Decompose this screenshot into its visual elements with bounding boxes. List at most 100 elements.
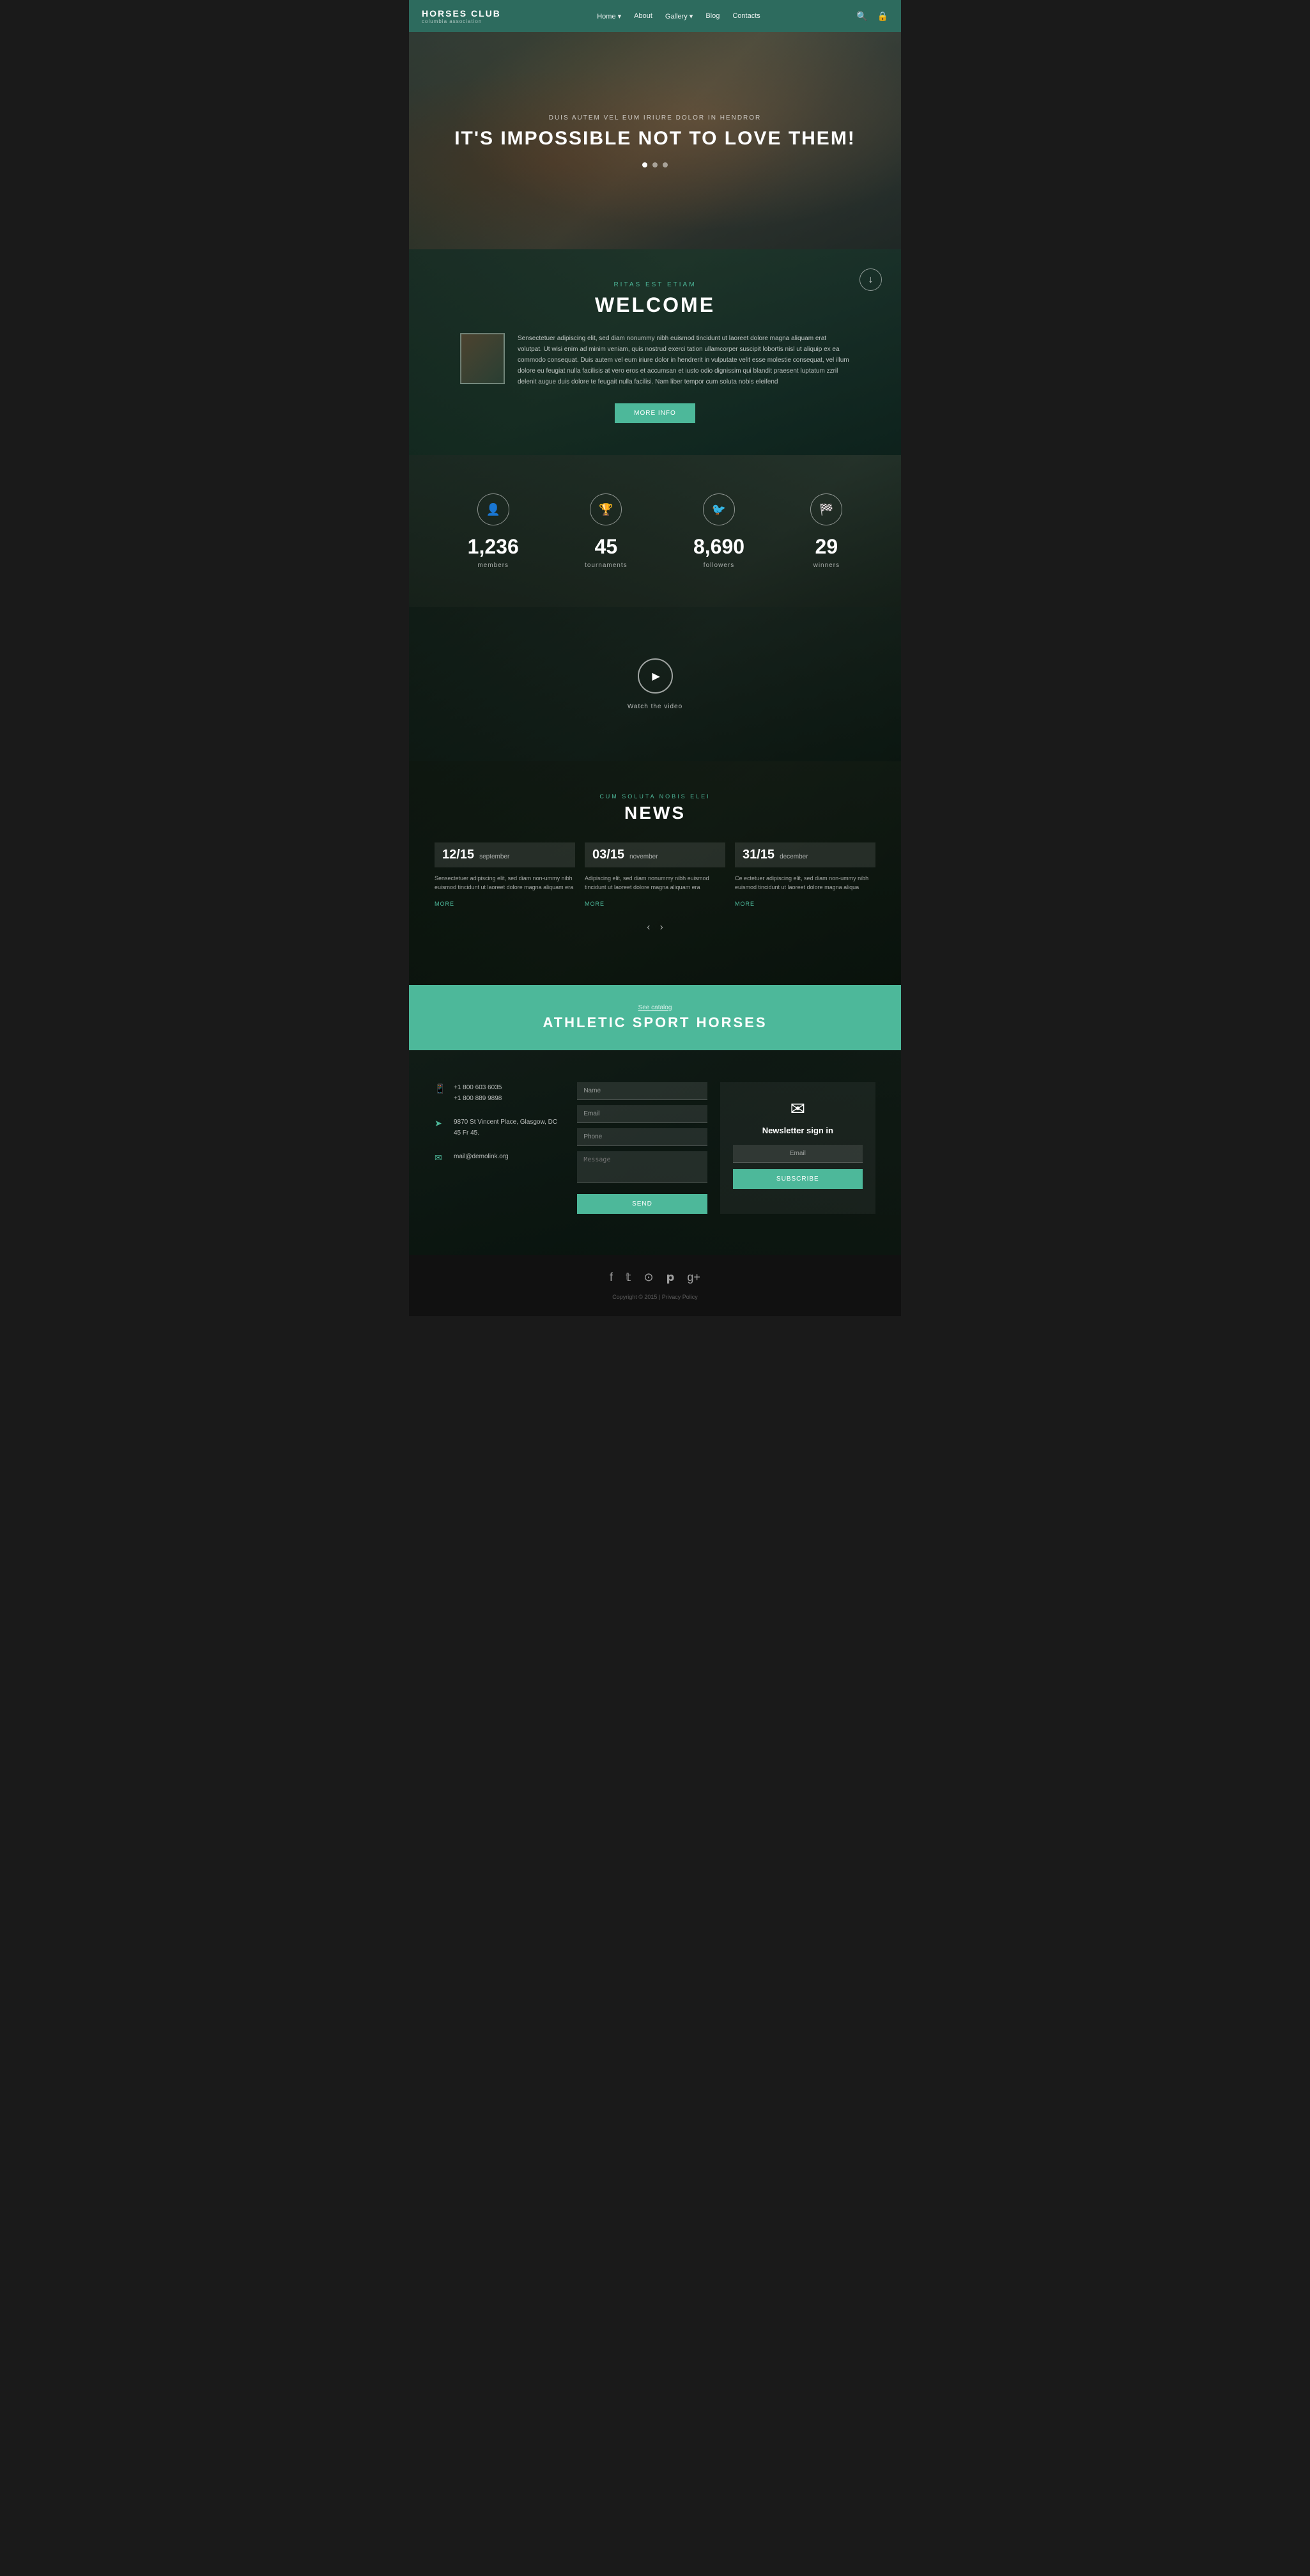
nav-about[interactable]: About (634, 12, 652, 20)
nav-blog[interactable]: Blog (705, 12, 720, 20)
newsletter-email-input[interactable] (733, 1145, 863, 1163)
news-date-3: 31/15 december (735, 842, 875, 867)
nav-gallery[interactable]: Gallery ▾ (665, 12, 693, 20)
more-info-button[interactable]: More info (615, 403, 695, 423)
pinterest-icon[interactable]: 𝗽 (667, 1271, 675, 1284)
contact-email-item: ✉ mail@demolink.org (435, 1151, 564, 1163)
hero-dots (642, 162, 668, 167)
welcome-title: WELCOME (460, 293, 850, 317)
followers-count: 8,690 (693, 535, 744, 559)
stat-members: 👤 1,236 members (468, 493, 519, 569)
news-date-month-2: november (629, 853, 658, 860)
nav-menu: Home ▾ About Gallery ▾ Blog Contacts (597, 12, 760, 20)
news-grid: 12/15 september Sensectetuer adipiscing … (435, 842, 875, 909)
login-icon[interactable]: 🔒 (877, 11, 888, 22)
newsletter-title: Newsletter sign in (733, 1126, 863, 1135)
play-button[interactable] (638, 658, 673, 694)
news-more-2[interactable]: MORE (585, 901, 605, 907)
news-card-1: 12/15 september Sensectetuer adipiscing … (435, 842, 575, 909)
catalog-banner: See catalog ATHLETIC SPORT HORSES (409, 985, 901, 1050)
news-date-num-2: 03/15 (592, 848, 624, 862)
contact-email-text: mail@demolink.org (454, 1151, 509, 1162)
form-message-input[interactable] (577, 1151, 707, 1183)
form-name-input[interactable] (577, 1082, 707, 1100)
video-section: Watch the video (409, 607, 901, 761)
welcome-content: Sensectetuer adipiscing elit, sed diam n… (460, 333, 850, 387)
news-text-1: Sensectetuer adipiscing elit, sed diam n… (435, 874, 575, 892)
phone2: +1 800 889 9898 (454, 1093, 502, 1104)
subscribe-button[interactable]: subscribe (733, 1169, 863, 1189)
welcome-subtitle: RITAS EST ETIAM (460, 281, 850, 288)
catalog-link[interactable]: See catalog (435, 1004, 875, 1011)
brand: HORSES CLUB columbia association (422, 8, 501, 24)
stat-tournaments: 🏆 45 tournaments (585, 493, 628, 569)
facebook-icon[interactable]: f (610, 1271, 613, 1284)
form-phone-input[interactable] (577, 1128, 707, 1146)
footer-copyright: Copyright © 2015 | Privacy Policy (435, 1294, 875, 1300)
social-footer: f 𝕥 ⊙ 𝗽 g+ Copyright © 2015 | Privacy Po… (409, 1255, 901, 1316)
news-more-3[interactable]: MORE (735, 901, 755, 907)
news-date-num-3: 31/15 (743, 848, 774, 862)
stat-winners: 🏁 29 winners (810, 493, 842, 569)
news-prev-button[interactable]: ‹ (647, 922, 650, 933)
tournaments-count: 45 (585, 535, 628, 559)
instagram-icon[interactable]: ⊙ (643, 1271, 653, 1284)
contact-section: 📱 +1 800 603 6035 +1 800 889 9898 ➤ 9870… (409, 1050, 901, 1255)
brand-sub: columbia association (422, 19, 501, 24)
brand-name: HORSES CLUB (422, 8, 501, 19)
contact-phone-item: 📱 +1 800 603 6035 +1 800 889 9898 (435, 1082, 564, 1104)
news-text-2: Adipiscing elit, sed diam nonummy nibh e… (585, 874, 725, 892)
hero-section: DUIS AUTEM VEL EUM IRIURE DOLOR IN HENDR… (409, 32, 901, 249)
hero-dot-3[interactable] (663, 162, 668, 167)
send-button[interactable]: send (577, 1194, 707, 1214)
email-icon: ✉ (435, 1152, 447, 1163)
news-date-month-3: december (780, 853, 808, 860)
newsletter-box: ✉ Newsletter sign in subscribe (720, 1082, 875, 1214)
winners-count: 29 (810, 535, 842, 559)
contact-grid: 📱 +1 800 603 6035 +1 800 889 9898 ➤ 9870… (435, 1082, 875, 1214)
catalog-title: ATHLETIC SPORT HORSES (435, 1014, 875, 1031)
welcome-text: Sensectetuer adipiscing elit, sed diam n… (518, 333, 850, 387)
news-title: NEWS (435, 803, 875, 823)
hero-dot-1[interactable] (642, 162, 647, 167)
winners-label: winners (810, 562, 842, 569)
members-icon: 👤 (477, 493, 509, 525)
nav-contacts[interactable]: Contacts (732, 12, 760, 20)
hero-title: IT'S IMPOSSIBLE NOT TO LOVE THEM! (454, 128, 856, 150)
contact-address-item: ➤ 9870 St Vincent Place, Glasgow, DC 45 … (435, 1117, 564, 1138)
news-date-num-1: 12/15 (442, 848, 474, 862)
followers-label: followers (693, 562, 744, 569)
social-icons: f 𝕥 ⊙ 𝗽 g+ (435, 1271, 875, 1284)
news-card-3: 31/15 december Ce ectetuer adipiscing el… (735, 842, 875, 909)
news-section: CUM SOLUTA NOBIS ELEI NEWS 12/15 septemb… (409, 761, 901, 985)
news-subtitle: CUM SOLUTA NOBIS ELEI (435, 793, 875, 800)
contact-phone-text: +1 800 603 6035 +1 800 889 9898 (454, 1082, 502, 1104)
contact-form: send (577, 1082, 707, 1214)
newsletter-icon: ✉ (733, 1098, 863, 1119)
location-icon: ➤ (435, 1118, 447, 1129)
news-more-1[interactable]: MORE (435, 901, 454, 907)
members-count: 1,236 (468, 535, 519, 559)
twitter-icon[interactable]: 𝕥 (626, 1271, 631, 1284)
navbar: HORSES CLUB columbia association Home ▾ … (409, 0, 901, 32)
news-header: CUM SOLUTA NOBIS ELEI NEWS (435, 793, 875, 823)
nav-icons: 🔍 🔒 (856, 11, 888, 22)
stats-section: 👤 1,236 members 🏆 45 tournaments 🐦 8,690… (409, 455, 901, 607)
news-date-2: 03/15 november (585, 842, 725, 867)
welcome-avatar (460, 333, 505, 384)
form-email-input[interactable] (577, 1105, 707, 1123)
hero-dot-2[interactable] (652, 162, 658, 167)
news-text-3: Ce ectetuer adipiscing elit, sed diam no… (735, 874, 875, 892)
news-next-button[interactable]: › (660, 922, 663, 933)
phone-icon: 📱 (435, 1083, 447, 1094)
scroll-down-button[interactable]: ↓ (859, 268, 882, 291)
video-label: Watch the video (628, 703, 682, 710)
search-icon[interactable]: 🔍 (856, 11, 867, 22)
winners-icon: 🏁 (810, 493, 842, 525)
phone1: +1 800 603 6035 (454, 1082, 502, 1093)
contact-address-text: 9870 St Vincent Place, Glasgow, DC 45 Fr… (454, 1117, 564, 1138)
news-card-2: 03/15 november Adipiscing elit, sed diam… (585, 842, 725, 909)
googleplus-icon[interactable]: g+ (687, 1271, 700, 1284)
nav-home[interactable]: Home ▾ (597, 12, 621, 20)
stat-followers: 🐦 8,690 followers (693, 493, 744, 569)
